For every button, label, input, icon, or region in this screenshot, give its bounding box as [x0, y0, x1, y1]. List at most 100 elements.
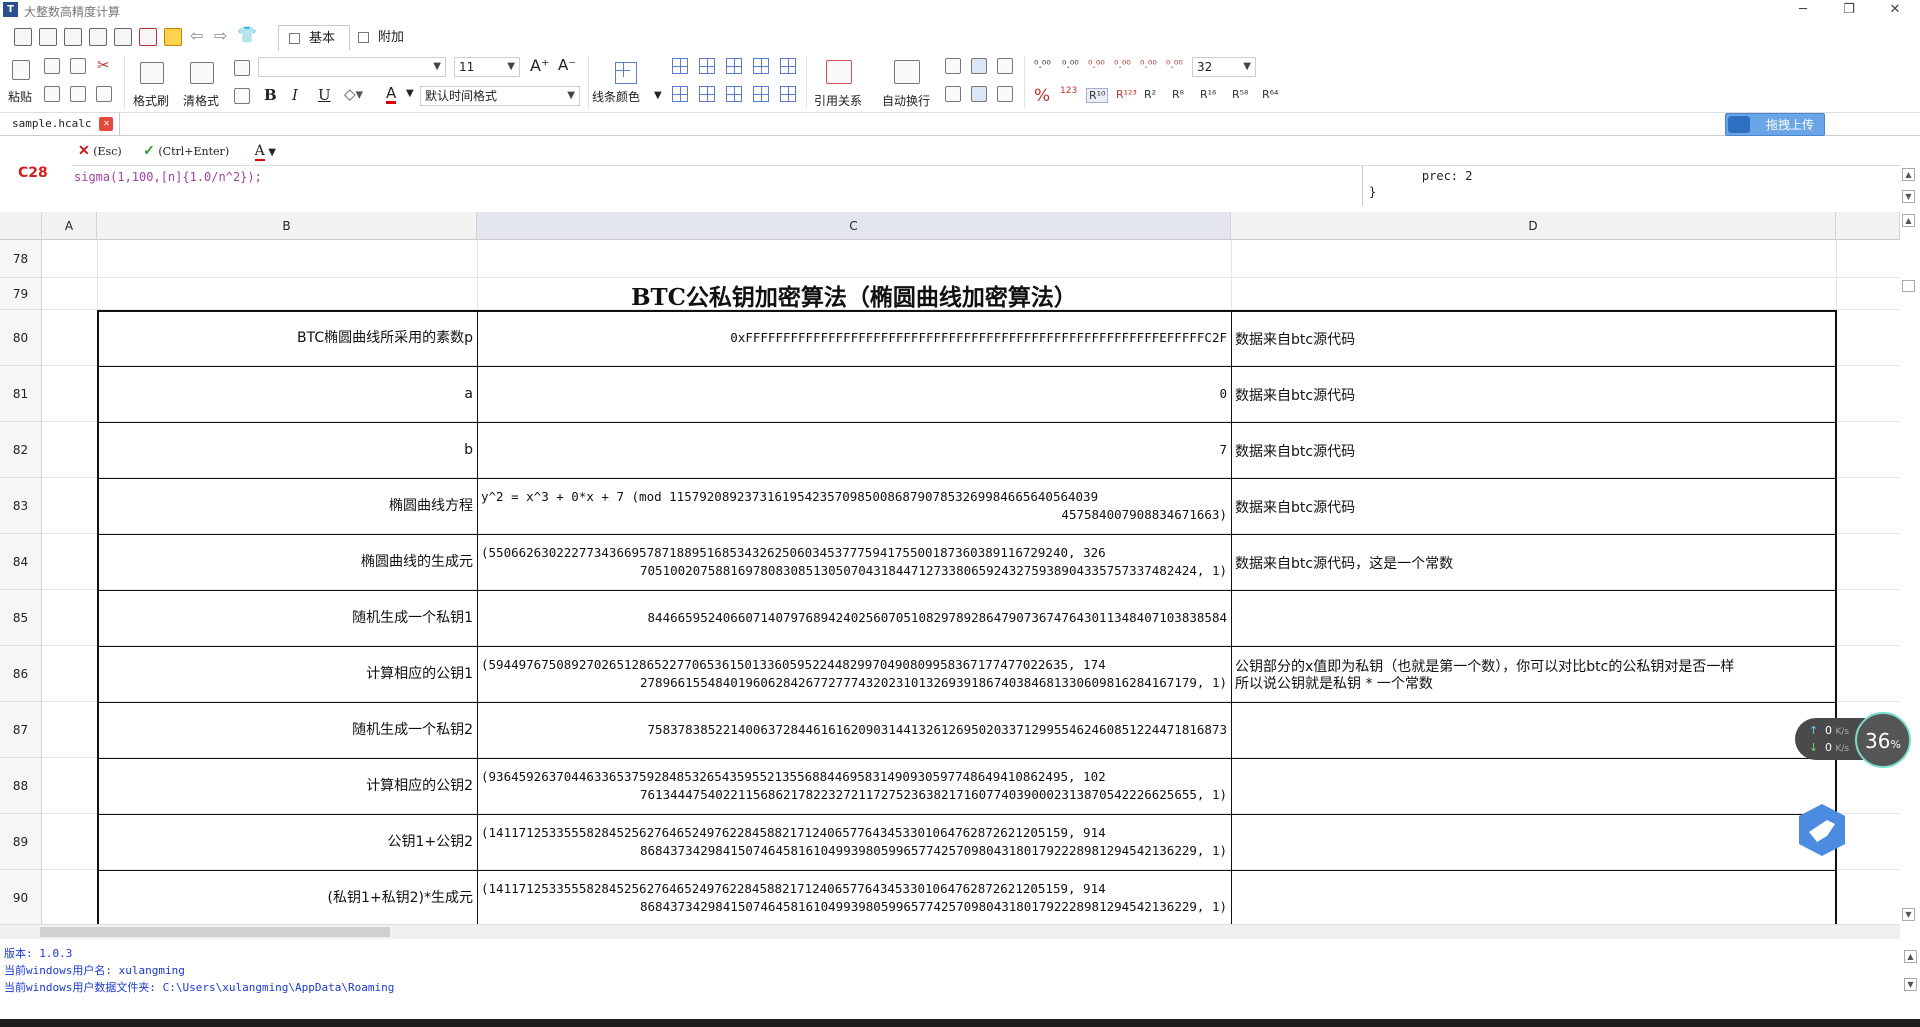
- font-color-button[interactable]: A: [386, 85, 397, 104]
- row-header[interactable]: 85: [0, 590, 42, 646]
- scroll-thumb[interactable]: [40, 927, 390, 937]
- row-header[interactable]: 90: [0, 870, 42, 924]
- border-bottom-icon[interactable]: [753, 86, 769, 102]
- cell-d[interactable]: [1231, 870, 1836, 924]
- border-all-icon[interactable]: [672, 58, 688, 74]
- cell-c[interactable]: 0: [477, 366, 1231, 422]
- reference-label[interactable]: 引用关系: [814, 92, 862, 109]
- clear-format-icon[interactable]: [190, 62, 214, 84]
- copy-format-icon[interactable]: [234, 60, 250, 76]
- decimal-button-1[interactable]: ⁰.⁰⁰: [1034, 58, 1051, 71]
- cell-d[interactable]: 数据来自btc源代码: [1231, 422, 1836, 478]
- skin-icon[interactable]: 👕: [237, 25, 257, 44]
- format-brush-label[interactable]: 格式刷: [133, 92, 169, 109]
- paste-format-icon[interactable]: [70, 86, 86, 102]
- cell-c[interactable]: 7583783852214006372844616162090314413261…: [477, 702, 1231, 758]
- paste-special-icon[interactable]: [44, 86, 60, 102]
- row-header[interactable]: 78: [0, 240, 42, 278]
- row-header[interactable]: 86: [0, 646, 42, 702]
- border-v-icon[interactable]: [780, 58, 796, 74]
- row-header[interactable]: 87: [0, 702, 42, 758]
- align-right-icon[interactable]: [997, 86, 1013, 102]
- border-top-icon[interactable]: [726, 86, 742, 102]
- cell-b[interactable]: 公钥1+公钥2: [97, 814, 477, 870]
- cancel-label[interactable]: (Esc): [93, 145, 121, 158]
- cell-c[interactable]: 0xFFFFFFFFFFFFFFFFFFFFFFFFFFFFFFFFFFFFFF…: [477, 310, 1231, 366]
- font-size-select[interactable]: 11 ▼: [454, 57, 520, 77]
- minimize-button[interactable]: ─: [1780, 0, 1826, 20]
- cell-c[interactable]: (141171253355582845256276465249762284588…: [477, 870, 1231, 924]
- row-header[interactable]: 81: [0, 366, 42, 422]
- grow-font-button[interactable]: A⁺: [530, 56, 549, 75]
- cell-b[interactable]: 随机生成一个私钥1: [97, 590, 477, 646]
- percent-button[interactable]: %: [1034, 86, 1050, 106]
- cell-d[interactable]: [1231, 702, 1836, 758]
- corner-header[interactable]: [0, 212, 42, 240]
- confirm-label[interactable]: (Ctrl+Enter): [158, 145, 229, 158]
- time-format-select[interactable]: 默认时间格式 ▼: [420, 86, 580, 106]
- shrink-font-button[interactable]: A⁻: [558, 56, 576, 74]
- align-center-icon[interactable]: [971, 86, 987, 102]
- paste-label[interactable]: 粘贴: [8, 88, 32, 105]
- edit-save-icon[interactable]: [114, 28, 132, 46]
- cut-icon[interactable]: ✂: [97, 56, 110, 74]
- cell-c[interactable]: (594497675089270265128652277065361501336…: [477, 646, 1231, 702]
- cell-d[interactable]: [1231, 590, 1836, 646]
- cell-b[interactable]: [97, 240, 477, 278]
- scroll-down-icon[interactable]: ▼: [1902, 190, 1915, 203]
- cell-b[interactable]: (私钥1+私钥2)*生成元: [97, 870, 477, 924]
- line-color-label[interactable]: 线条颜色: [592, 88, 640, 105]
- row-header[interactable]: 80: [0, 310, 42, 366]
- row-header[interactable]: 79: [0, 278, 42, 310]
- memory-gauge[interactable]: 36%: [1855, 712, 1911, 768]
- border-right-icon[interactable]: [699, 86, 715, 102]
- border-outer-icon[interactable]: [699, 58, 715, 74]
- font-name-select[interactable]: ▼: [258, 57, 446, 77]
- decimal-button-4[interactable]: ⁰.⁰⁰: [1114, 58, 1131, 71]
- underline-button[interactable]: U: [318, 86, 331, 104]
- cell-c[interactable]: y^2 = x^3 + 0*x + 7 (mod 115792089237316…: [477, 478, 1231, 534]
- cell-c[interactable]: [477, 240, 1231, 278]
- align-left-icon[interactable]: [945, 86, 961, 102]
- radix-58-button[interactable]: R⁵⁸: [1232, 88, 1248, 101]
- border-icon[interactable]: [615, 62, 637, 84]
- doc-tab-sample[interactable]: sample.hcalc ✕: [0, 113, 121, 135]
- options-pane[interactable]: prec: 2 }: [1362, 165, 1901, 206]
- border-h-icon[interactable]: [753, 58, 769, 74]
- row-header[interactable]: 88: [0, 758, 42, 814]
- undo-icon[interactable]: ⇦: [190, 26, 203, 45]
- clear-format-label[interactable]: 清格式: [183, 92, 219, 109]
- cell-c[interactable]: (141171253355582845256276465249762284588…: [477, 814, 1231, 870]
- precision-select[interactable]: 32 ▼: [1192, 57, 1256, 77]
- paste-icon[interactable]: [12, 60, 30, 80]
- cell-d[interactable]: 公钥部分的x值即为私钥（也就是第一个数），你可以对比btc的公私钥对是否一样 所以…: [1231, 646, 1836, 702]
- decimal-button-3[interactable]: ⁰.⁰⁰: [1088, 58, 1105, 71]
- copy-icon[interactable]: [44, 58, 60, 74]
- cell-d[interactable]: [1231, 240, 1836, 278]
- cell-b[interactable]: b: [97, 422, 477, 478]
- save-red-icon[interactable]: [139, 28, 157, 46]
- align-bottom-icon[interactable]: [997, 58, 1013, 74]
- fill-color-icon[interactable]: ◇▾: [344, 85, 363, 103]
- scroll-up-icon[interactable]: ▲: [1902, 214, 1915, 227]
- redo-icon[interactable]: ⇨: [214, 26, 227, 45]
- decimal-button-6[interactable]: ⁰.⁰⁰: [1166, 58, 1183, 71]
- cell-c[interactable]: (936459263704463365375928485326543595521…: [477, 758, 1231, 814]
- chevron-down-icon[interactable]: ▼: [654, 90, 662, 101]
- cancel-icon[interactable]: ✕: [78, 143, 90, 159]
- format-brush-icon[interactable]: [140, 62, 164, 84]
- cell-d[interactable]: 数据来自btc源代码: [1231, 366, 1836, 422]
- close-button[interactable]: ✕: [1872, 0, 1918, 20]
- column-header-c[interactable]: C: [477, 212, 1231, 240]
- radix-2-button[interactable]: R²: [1144, 88, 1156, 101]
- cell-d[interactable]: [1231, 278, 1836, 310]
- upload-button[interactable]: 拖拽上传: [1725, 113, 1825, 136]
- scroll-up-icon[interactable]: ▲: [1902, 168, 1915, 181]
- cell-d[interactable]: 数据来自btc源代码: [1231, 478, 1836, 534]
- radix-16-button[interactable]: R¹⁶: [1200, 88, 1216, 101]
- scroll-up-icon[interactable]: ▲: [1904, 950, 1917, 963]
- border-none-icon[interactable]: [780, 86, 796, 102]
- save-icon[interactable]: [64, 28, 82, 46]
- cell-d[interactable]: [1231, 814, 1836, 870]
- close-icon[interactable]: ✕: [99, 117, 114, 131]
